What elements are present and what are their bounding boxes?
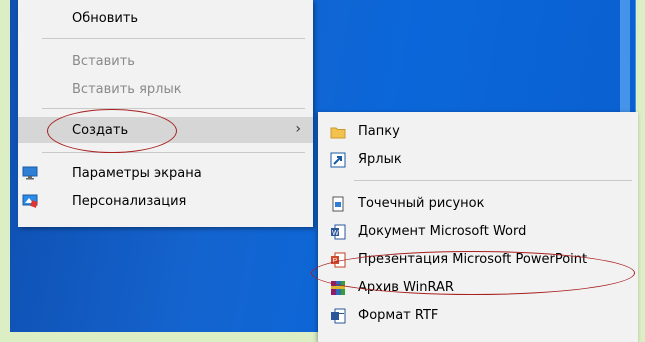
menu-separator [42, 152, 305, 153]
submenu-item-label: Архив WinRAR [358, 280, 454, 295]
submenu-item-label: Папку [358, 124, 400, 139]
menu-item-label: Обновить [72, 10, 139, 26]
rtf-icon [330, 308, 346, 324]
desktop-context-menu: Обновить Вставить Вставить ярлык Создать… [18, 0, 313, 227]
svg-text:P: P [333, 258, 338, 265]
menu-item-label: Вставить [72, 53, 135, 69]
submenu-item-label: Формат RTF [358, 308, 439, 323]
submenu-item-bitmap[interactable]: Точечный рисунок [318, 191, 638, 217]
submenu-item-label: Ярлык [358, 152, 402, 167]
personalize-icon [22, 194, 38, 208]
chevron-right-icon: › [295, 121, 301, 137]
submenu-item-powerpoint[interactable]: P Презентация Microsoft PowerPoint [318, 247, 638, 273]
shortcut-icon [330, 152, 346, 168]
menu-item-label: Вставить ярлык [72, 81, 182, 97]
winrar-icon [330, 280, 346, 296]
menu-item-display-settings[interactable]: Параметры экрана [18, 160, 313, 186]
powerpoint-icon: P [330, 252, 346, 268]
menu-separator [42, 38, 305, 39]
menu-item-refresh[interactable]: Обновить [18, 5, 313, 31]
bitmap-icon [330, 196, 346, 212]
menu-item-personalization[interactable]: Персонализация [18, 188, 313, 214]
menu-item-paste[interactable]: Вставить [18, 48, 313, 74]
new-submenu: Папку Ярлык Точечный рисунок W Документ … [318, 112, 638, 342]
submenu-item-label: Документ Microsoft Word [358, 224, 527, 239]
submenu-item-winrar[interactable]: Архив WinRAR [318, 275, 638, 301]
submenu-item-label: Точечный рисунок [358, 196, 485, 211]
submenu-item-shortcut[interactable]: Ярлык [318, 147, 638, 173]
submenu-item-label: Презентация Microsoft PowerPoint [358, 252, 588, 267]
svg-text:W: W [332, 230, 339, 237]
menu-separator [354, 180, 632, 181]
word-icon: W [330, 224, 346, 240]
menu-item-label: Параметры экрана [72, 165, 202, 181]
submenu-item-folder[interactable]: Папку [318, 119, 638, 145]
menu-item-paste-shortcut[interactable]: Вставить ярлык [18, 76, 313, 102]
menu-item-label: Создать [72, 122, 129, 138]
display-icon [22, 166, 38, 180]
menu-item-label: Персонализация [72, 193, 187, 209]
submenu-item-word[interactable]: W Документ Microsoft Word [318, 219, 638, 245]
menu-separator [42, 108, 305, 109]
submenu-item-rtf[interactable]: Формат RTF [318, 303, 638, 329]
folder-icon [330, 124, 346, 140]
menu-item-new[interactable]: Создать › [18, 117, 313, 143]
